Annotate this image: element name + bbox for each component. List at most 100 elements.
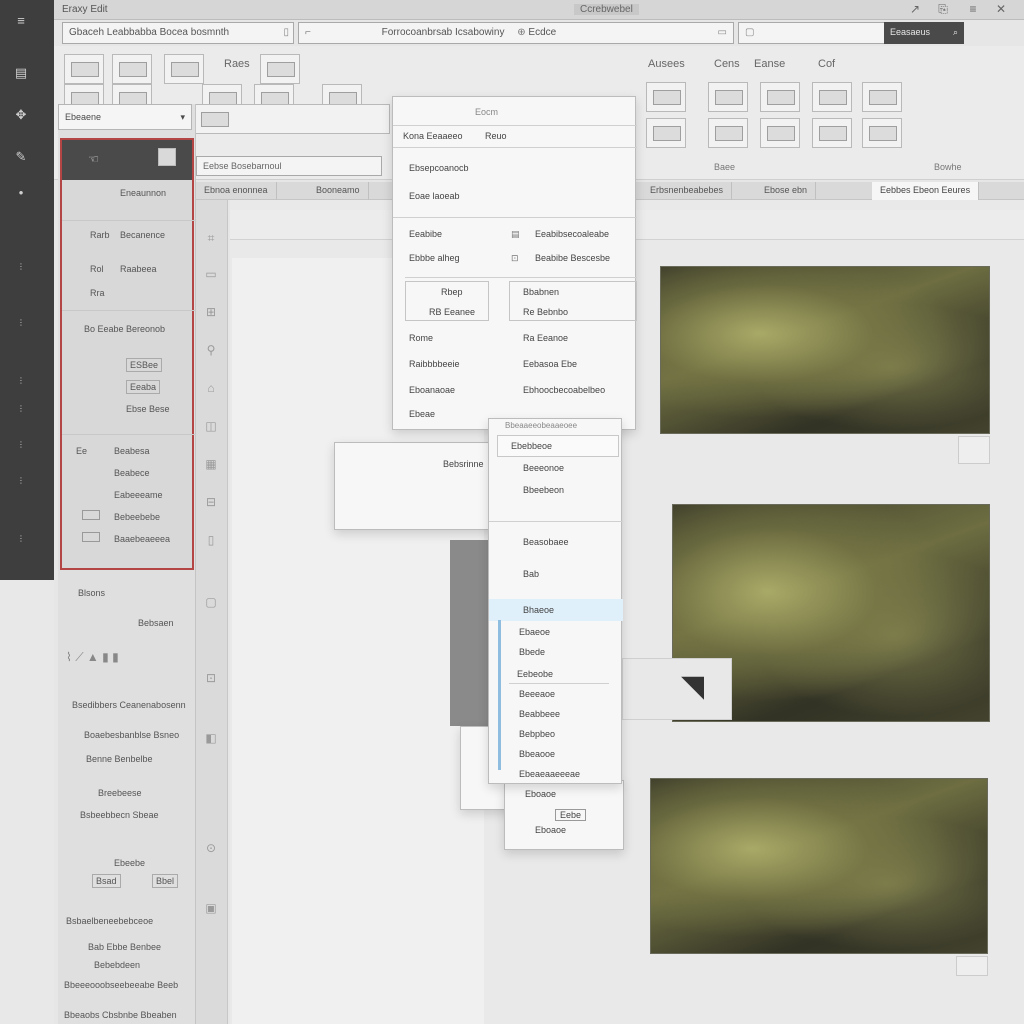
tool-icon[interactable]: ◧ — [203, 730, 219, 746]
ribbon-tool-crop[interactable] — [260, 54, 300, 84]
search-button[interactable]: Eeasaeus ⌕ — [884, 22, 964, 44]
submenu-item[interactable]: Bbeebeon — [523, 485, 564, 495]
brush-tool-icon[interactable]: ✎ — [14, 150, 28, 164]
checkbox-icon[interactable] — [82, 510, 100, 520]
submenu-list-item[interactable]: Ebeaeaaeeeae — [519, 769, 580, 779]
menu-item[interactable]: Raibbbbeeie — [409, 359, 460, 369]
ribbon-tool-d[interactable] — [812, 82, 852, 112]
menu-item[interactable]: Rbep — [441, 287, 463, 297]
panel-dropdown[interactable]: Ebeaene ▾ — [58, 104, 192, 130]
list-item[interactable]: Bebebdeen — [94, 960, 140, 970]
list-item[interactable]: Bsbeebbecn Sbeae — [80, 810, 159, 820]
menu-item[interactable]: RB Eeanee — [429, 307, 475, 317]
submenu-list-item[interactable]: Bebpbeo — [519, 729, 555, 739]
menu-item[interactable]: Eoae laoeab — [409, 191, 460, 201]
list-item[interactable]: Bsbaelbeneebebceoe — [66, 916, 153, 926]
tool-icon[interactable]: ⊙ — [203, 840, 219, 856]
panel-field[interactable]: Eeaba — [126, 380, 161, 394]
list-item[interactable]: Bab Ebbe Benbee — [88, 942, 161, 952]
tool-icon[interactable]: ⊟ — [203, 494, 219, 510]
submenu-list-item[interactable]: Bbeaooe — [519, 749, 555, 759]
submenu-item[interactable]: Beeeonoe — [523, 463, 564, 473]
menu-item[interactable]: Ebeae — [409, 409, 435, 419]
ribbon-tool-save[interactable] — [164, 54, 204, 84]
copy-icon[interactable]: ⎘ — [934, 2, 952, 17]
ribbon-tool-b[interactable] — [708, 82, 748, 112]
photo-handle-icon[interactable] — [956, 956, 988, 976]
menu-item[interactable]: Ebbbe alheg — [409, 253, 460, 263]
ribbon-tool-a[interactable] — [646, 82, 686, 112]
list-field[interactable]: Bsad — [92, 874, 121, 888]
ribbon-tool-open[interactable] — [112, 54, 152, 84]
thumbnail-icon[interactable] — [158, 148, 176, 166]
landscape-photo-1[interactable] — [660, 266, 990, 434]
ribbon-tool-c[interactable] — [760, 82, 800, 112]
menu-icon[interactable]: ≡ — [14, 14, 28, 28]
page-icon[interactable]: ▭ — [718, 27, 727, 38]
ribbon-tool-f[interactable] — [646, 118, 686, 148]
submenu-list-item[interactable]: Ebaeoe — [519, 627, 550, 637]
photo-handle-icon[interactable] — [958, 436, 990, 464]
ribbon-tool-e[interactable] — [862, 82, 902, 112]
address-field[interactable]: Gbaceh Leabbabba Bocea bosmnth ▯ — [62, 22, 294, 44]
move-tool-icon[interactable]: ✥ — [14, 108, 28, 122]
list-item[interactable]: Benne Benbelbe — [86, 754, 153, 764]
list-item[interactable]: Bbeaobs Cbsbnbe Bbeaben — [64, 1010, 177, 1020]
dot-icon[interactable]: • — [14, 186, 28, 200]
doc-tab[interactable]: Booneamo — [308, 182, 369, 200]
tool-icon[interactable]: ▢ — [203, 594, 219, 610]
tool-icon[interactable]: ⚲ — [203, 342, 219, 358]
checkbox-icon[interactable] — [82, 532, 100, 542]
ribbon-tab[interactable]: Cof — [818, 58, 835, 70]
floating-thumb[interactable]: Eebe — [555, 809, 587, 821]
ribbon-tool-i[interactable] — [812, 118, 852, 148]
doc-tab[interactable]: Erbsnenbeabebes — [642, 182, 733, 200]
ribbon-tool-wide[interactable] — [194, 104, 390, 134]
tool-icon[interactable]: ⌂ — [203, 380, 219, 396]
ribbon-tab[interactable]: Raes — [224, 58, 250, 70]
ribbon-tab[interactable]: Ausees — [648, 58, 685, 70]
menu-item[interactable]: Ebsepcoanocb — [409, 163, 469, 173]
hand-icon[interactable]: ☜ — [88, 152, 99, 166]
tool-icon[interactable]: ▯ — [203, 532, 219, 548]
list-item[interactable]: Ebeebe — [114, 858, 145, 868]
list-item[interactable]: Boaebesbanblse Bsneo — [84, 730, 179, 740]
tool-icon[interactable]: ◫ — [203, 418, 219, 434]
menu-item[interactable]: Eeabibe — [409, 229, 442, 239]
close-icon[interactable]: ✕ — [992, 2, 1010, 17]
folder-icon[interactable]: ▯ — [283, 27, 289, 38]
list-field[interactable]: Bbel — [152, 874, 179, 888]
submenu-list-item[interactable]: Eebeobe — [517, 669, 553, 679]
ribbon-tool-h[interactable] — [760, 118, 800, 148]
submenu-selected-item[interactable]: Bhaeoe — [489, 599, 623, 621]
secondary-field[interactable]: Eebse Bosebarnoul — [196, 156, 382, 176]
tool-icon[interactable]: ▭ — [203, 266, 219, 282]
menu-item[interactable]: Rome — [409, 333, 433, 343]
panel-field[interactable]: ESBee — [126, 358, 163, 372]
menu-item[interactable]: Eboanaoae — [409, 385, 455, 395]
submenu-item[interactable]: Ebebbeoe — [511, 441, 552, 451]
list-item[interactable]: Bbeeeooobseebeeabe Beeb — [64, 980, 178, 990]
submenu-item[interactable]: Bab — [523, 569, 539, 579]
list-item[interactable]: Bsedibbers Ceanenabosenn — [72, 700, 186, 710]
expand-icon[interactable]: ↗ — [906, 2, 924, 17]
submenu-item[interactable]: Beasobaee — [523, 537, 569, 547]
ribbon-tool-new[interactable] — [64, 54, 104, 84]
tool-icon[interactable]: ⌗ — [203, 230, 219, 246]
layers-icon[interactable]: ▤ — [14, 66, 28, 80]
tool-icon[interactable]: ▣ — [203, 900, 219, 916]
list-item[interactable]: Bebsaen — [138, 618, 174, 628]
submenu-list-item[interactable]: Beeeaoe — [519, 689, 555, 699]
submenu-list-item[interactable]: Bbede — [519, 647, 545, 657]
list-item[interactable]: Breebeese — [98, 788, 142, 798]
ribbon-tab[interactable]: Eanse — [754, 58, 785, 70]
ribbon-tab[interactable]: Cens — [714, 58, 740, 70]
tool-icon[interactable]: ▦ — [203, 456, 219, 472]
more-icon[interactable]: ≡ — [964, 2, 982, 17]
doc-tab[interactable]: Ebose ebn — [756, 182, 817, 200]
tool-icon[interactable]: ⊞ — [203, 304, 219, 320]
path-field[interactable]: ⌐ Forrocoanbrsab Icsabowiny ⊕ Ecdce ▭ — [298, 22, 734, 44]
landscape-photo-3[interactable] — [650, 778, 988, 954]
doc-tab[interactable]: Ebnoa enonnea — [196, 182, 277, 200]
submenu-list-item[interactable]: Beabbeee — [519, 709, 560, 719]
